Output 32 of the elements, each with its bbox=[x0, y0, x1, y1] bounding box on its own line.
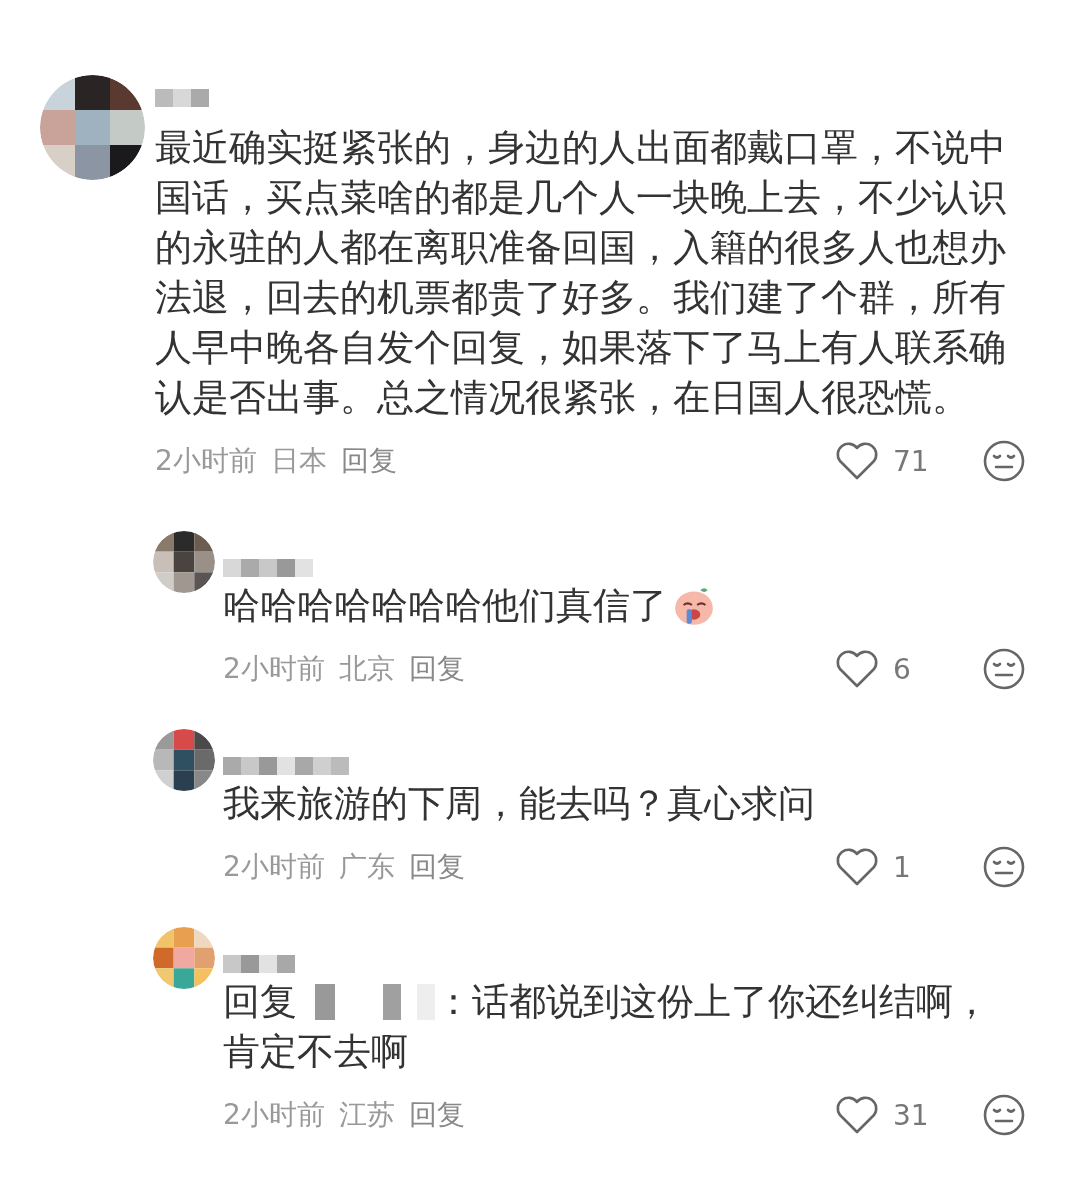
heart-icon[interactable] bbox=[835, 649, 879, 689]
like-count: 1 bbox=[893, 850, 912, 884]
heart-icon[interactable] bbox=[835, 847, 879, 887]
neutral-face-icon[interactable] bbox=[983, 440, 1025, 482]
comment-text: 肯定不去啊 bbox=[223, 1029, 408, 1075]
reply-prefix: 回复 bbox=[223, 980, 297, 1023]
comment-time: 2小时前 bbox=[223, 1097, 325, 1133]
pixelated-name bbox=[155, 89, 209, 107]
reply-link[interactable]: 回复 bbox=[408, 848, 465, 886]
neutral-face-icon[interactable] bbox=[983, 1094, 1025, 1136]
heart-icon[interactable] bbox=[835, 1095, 879, 1135]
comment-time: 2小时前 bbox=[155, 443, 257, 479]
comment-location: 广东 bbox=[338, 849, 395, 885]
heart-icon[interactable] bbox=[835, 441, 879, 481]
comment-text: 哈哈哈哈哈哈哈他们真信了 bbox=[223, 581, 1025, 631]
comment-location: 日本 bbox=[270, 443, 327, 479]
like-count: 71 bbox=[893, 444, 930, 478]
comment-time: 2小时前 bbox=[223, 849, 325, 885]
comment-text: 最近确实挺紧张的，身边的人出面都戴口罩，不说中国话，买点菜啥的都是几个人一块晚上去，不少认识的永驻的人都在离职准备回国，入籍的很多人也想办法退，回去的机票都贵了好多。我们建了个群，所有人早中晚各自发个回复，如果落下了马上有人联系确认是否出事。总之情况很紧张，在日国人很恐慌。 bbox=[155, 125, 1007, 421]
comment-text: 我来旅游的下周，能去吗？真心求问 bbox=[223, 781, 816, 827]
neutral-face-icon[interactable] bbox=[983, 846, 1025, 888]
pixelated-name bbox=[223, 955, 295, 973]
comment-location: 北京 bbox=[338, 651, 395, 687]
comment-text: ：话都说到这份上了你还纠结啊， bbox=[435, 980, 990, 1023]
reply-link[interactable]: 回复 bbox=[408, 650, 465, 688]
comment-time: 2小时前 bbox=[223, 651, 325, 687]
reply-link[interactable]: 回复 bbox=[340, 442, 397, 480]
like-count: 6 bbox=[893, 652, 912, 686]
comment-location: 江苏 bbox=[338, 1097, 395, 1133]
like-count: 31 bbox=[893, 1098, 930, 1132]
neutral-face-icon[interactable] bbox=[983, 648, 1025, 690]
reply-link[interactable]: 回复 bbox=[408, 1096, 465, 1134]
